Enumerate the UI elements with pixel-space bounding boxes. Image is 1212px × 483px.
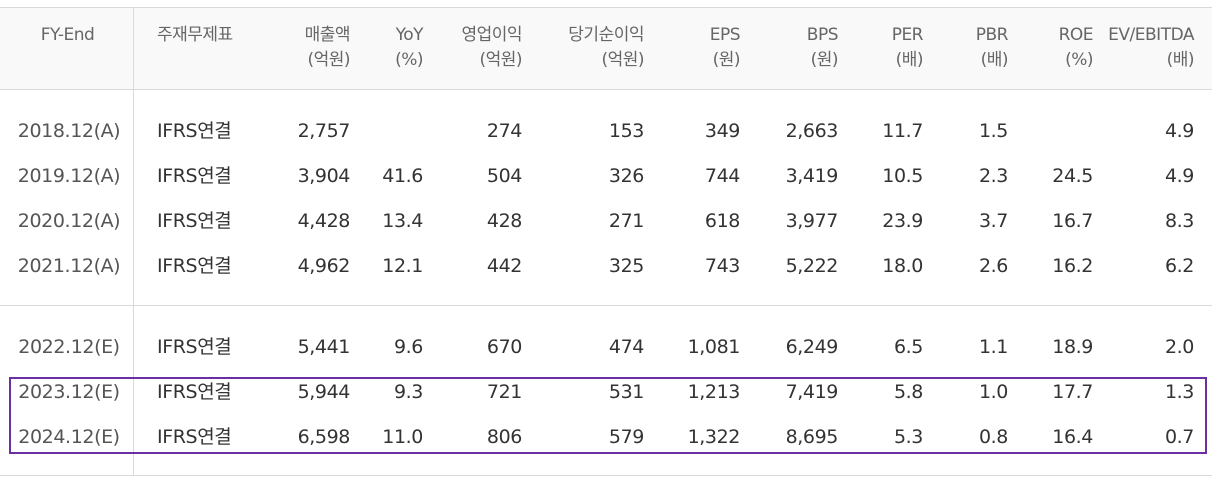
per-cell: 23.9	[882, 210, 923, 232]
operating-profit-cell: 442	[486, 255, 522, 277]
statement-cell: IFRS연결	[157, 165, 232, 187]
fy-end-cell: 2018.12(A)	[17, 120, 121, 142]
roe-cell: 18.9	[1052, 336, 1093, 358]
revenue-cell: 3,904	[297, 165, 351, 187]
eps-cell: 1,081	[687, 336, 741, 358]
ev-ebitda-cell: 8.3	[1164, 210, 1194, 232]
operating-profit-cell: 274	[486, 120, 522, 142]
statement-cell: IFRS연결	[157, 336, 232, 358]
bps-cell: 2,663	[785, 120, 839, 142]
per-cell: 6.5	[893, 336, 923, 358]
roe-cell: 24.5	[1052, 165, 1093, 187]
forecast-highlight-box	[9, 377, 1207, 454]
eps-cell: 744	[704, 165, 740, 187]
eps-cell: 349	[704, 120, 740, 142]
operating-profit-cell: 504	[486, 165, 522, 187]
table-row: 2020.12(A) IFRS연결 4,428 13.4 428 271 618 3,977 2…	[0, 199, 1212, 243]
divider	[0, 7, 1212, 8]
roe-cell	[1033, 109, 1093, 153]
net-income-cell: 153	[608, 120, 644, 142]
header-statement: 주재무제표	[157, 25, 233, 45]
pbr-cell: 2.6	[978, 255, 1008, 277]
yoy-cell: 13.4	[382, 210, 423, 232]
bps-cell: 6,249	[785, 336, 839, 358]
header-operating-profit: 영업이익 (억원)	[461, 25, 522, 70]
statement-cell: IFRS연결	[157, 255, 232, 277]
bps-cell: 5,222	[785, 255, 839, 277]
net-income-cell: 271	[608, 210, 644, 232]
table-row: 2022.12(E) IFRS연결 5,441 9.6 670 474 1,081 6,249…	[0, 325, 1212, 369]
pbr-cell: 1.1	[978, 336, 1008, 358]
net-income-cell: 326	[608, 165, 644, 187]
ev-ebitda-cell: 4.9	[1164, 165, 1194, 187]
fy-end-cell: 2019.12(A)	[17, 165, 121, 187]
ev-ebitda-cell: 6.2	[1164, 255, 1194, 277]
header-roe: ROE (%)	[1058, 25, 1094, 70]
header-revenue: 매출액 (억원)	[304, 25, 351, 70]
ev-ebitda-cell: 2.0	[1164, 336, 1194, 358]
pbr-cell: 3.7	[978, 210, 1008, 232]
divider	[0, 89, 1212, 90]
per-cell: 10.5	[882, 165, 923, 187]
yoy-cell	[363, 109, 423, 153]
revenue-cell: 4,428	[297, 210, 351, 232]
bps-cell: 3,977	[785, 210, 839, 232]
header-bps: BPS (원)	[806, 25, 839, 70]
pbr-cell: 2.3	[978, 165, 1008, 187]
divider	[0, 475, 1212, 476]
table-row: 2019.12(A) IFRS연결 3,904 41.6 504 326 744 3,419 1…	[0, 154, 1212, 198]
bps-cell: 3,419	[785, 165, 839, 187]
statement-cell: IFRS연결	[157, 210, 232, 232]
operating-profit-cell: 428	[486, 210, 522, 232]
revenue-cell: 5,441	[297, 336, 351, 358]
header-yoy: YoY (%)	[395, 25, 423, 70]
eps-cell: 618	[704, 210, 740, 232]
ev-ebitda-cell: 4.9	[1164, 120, 1194, 142]
table-row: 2018.12(A) IFRS연결 2,757 274 153 349 2,663 11.7 1…	[0, 109, 1212, 153]
net-income-cell: 325	[608, 255, 644, 277]
operating-profit-cell: 670	[486, 336, 522, 358]
fy-end-cell: 2020.12(A)	[17, 210, 121, 232]
pbr-cell: 1.5	[978, 120, 1008, 142]
eps-cell: 743	[704, 255, 740, 277]
yoy-cell: 41.6	[382, 165, 423, 187]
revenue-cell: 4,962	[297, 255, 351, 277]
roe-cell: 16.7	[1052, 210, 1093, 232]
header-eps: EPS (원)	[709, 25, 741, 70]
net-income-cell: 474	[608, 336, 644, 358]
divider	[0, 305, 1212, 306]
yoy-cell: 12.1	[382, 255, 423, 277]
statement-cell: IFRS연결	[157, 120, 232, 142]
fy-end-cell: 2022.12(E)	[18, 336, 120, 358]
header-pbr: PBR (배)	[975, 25, 1009, 70]
header-fy-end: FY-End	[40, 25, 95, 45]
yoy-cell: 9.6	[393, 336, 423, 358]
header-net-income: 당기순이익 (억원)	[568, 25, 644, 70]
revenue-cell: 2,757	[297, 120, 351, 142]
table-row: 2021.12(A) IFRS연결 4,962 12.1 442 325 743 5,222 1…	[0, 244, 1212, 288]
roe-cell: 16.2	[1052, 255, 1093, 277]
header-per: PER (배)	[891, 25, 924, 70]
header-ev-ebitda: EV/EBITDA (배)	[1108, 25, 1194, 70]
fy-end-cell: 2021.12(A)	[17, 255, 121, 277]
financial-table: FY-End 주재무제표 매출액 (억원) YoY (%) 영업이익 (억원) 당기순…	[0, 0, 1212, 483]
per-cell: 18.0	[882, 255, 923, 277]
per-cell: 11.7	[882, 120, 923, 142]
